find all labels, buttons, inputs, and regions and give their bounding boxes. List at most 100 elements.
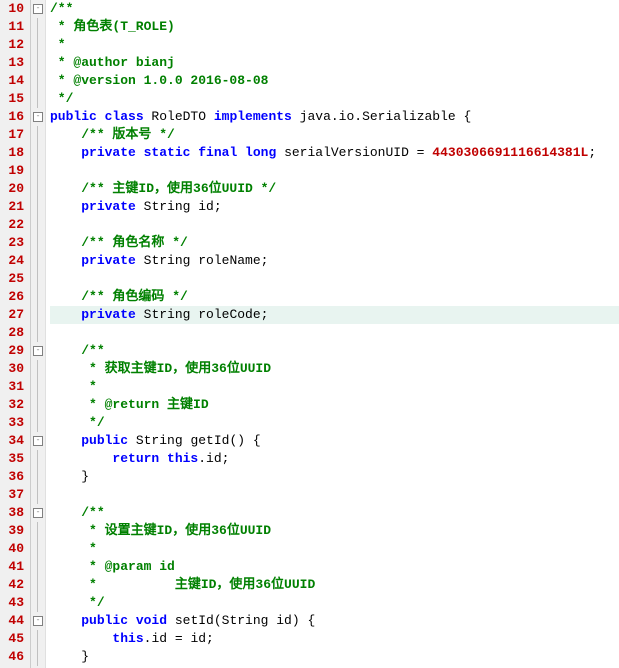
fold-guide [37,414,38,432]
token: 4430306691116614381L [432,145,588,160]
fold-cell[interactable]: - [31,612,45,630]
line-number: 46 [0,648,26,666]
code-line[interactable]: * [50,540,619,558]
code-line[interactable] [50,486,619,504]
fold-cell[interactable]: - [31,0,45,18]
fold-guide [37,630,38,648]
line-number: 14 [0,72,26,90]
fold-cell[interactable]: - [31,108,45,126]
code-line[interactable] [50,324,619,342]
fold-toggle-icon[interactable]: - [33,616,43,626]
code-line[interactable]: * 设置主键ID，使用36位UUID [50,522,619,540]
fold-toggle-icon[interactable]: - [33,112,43,122]
token: /** [81,343,104,358]
token: java.io.Serializable [300,109,464,124]
fold-cell [31,216,45,234]
code-line[interactable]: /** [50,342,619,360]
fold-toggle-icon[interactable]: - [33,346,43,356]
token: } [81,469,89,484]
code-line[interactable]: /** 角色编码 */ [50,288,619,306]
line-number: 18 [0,144,26,162]
code-area[interactable]: /** * 角色表(T_ROLE) * * @author bianj * @v… [46,0,619,668]
token: roleCode; [198,307,268,322]
fold-cell [31,198,45,216]
code-line[interactable]: public void setId(String id) { [50,612,619,630]
code-line[interactable]: return this.id; [50,450,619,468]
code-line[interactable]: /** [50,504,619,522]
fold-cell [31,630,45,648]
fold-gutter[interactable]: - - - - - - [31,0,46,668]
fold-cell [31,324,45,342]
code-line[interactable]: * @version 1.0.0 2016-08-08 [50,72,619,90]
code-line[interactable]: * [50,36,619,54]
code-editor[interactable]: 1011121314151617181920212223242526272829… [0,0,619,668]
code-line[interactable]: * 获取主键ID，使用36位UUID [50,360,619,378]
code-line[interactable]: private String roleName; [50,252,619,270]
fold-cell [31,396,45,414]
code-line[interactable]: * @return 主键ID [50,396,619,414]
code-line[interactable]: */ [50,594,619,612]
fold-guide [37,144,38,162]
fold-toggle-icon[interactable]: - [33,508,43,518]
fold-cell[interactable]: - [31,432,45,450]
token: roleName; [198,253,268,268]
fold-guide [37,180,38,198]
code-line[interactable]: /** 角色名称 */ [50,234,619,252]
code-line[interactable]: * 角色表(T_ROLE) [50,18,619,36]
token: */ [81,415,104,430]
code-line[interactable]: * 主键ID，使用36位UUID [50,576,619,594]
code-line[interactable]: public class RoleDTO implements java.io.… [50,108,619,126]
code-line[interactable]: public String getId() { [50,432,619,450]
fold-cell [31,90,45,108]
code-line[interactable] [50,216,619,234]
fold-guide [37,306,38,324]
token: } [81,649,89,664]
fold-cell [31,576,45,594]
code-line[interactable]: */ [50,90,619,108]
token: this [112,631,143,646]
code-line[interactable]: } [50,648,619,666]
line-number: 25 [0,270,26,288]
code-line[interactable]: */ [50,414,619,432]
code-line[interactable]: /** [50,0,619,18]
fold-cell [31,54,45,72]
fold-toggle-icon[interactable]: - [33,4,43,14]
code-line[interactable]: private String roleCode; [50,306,619,324]
token: /** 版本号 */ [81,127,175,142]
code-line[interactable]: /** 主键ID，使用36位UUID */ [50,180,619,198]
fold-cell [31,450,45,468]
fold-toggle-icon[interactable]: - [33,436,43,446]
line-number: 27 [0,306,26,324]
code-line[interactable] [50,162,619,180]
fold-guide [37,198,38,216]
token: * @author bianj [50,55,175,70]
code-line[interactable]: private String id; [50,198,619,216]
token: serialVersionUID = [284,145,432,160]
line-number: 32 [0,396,26,414]
code-line[interactable]: * @param id [50,558,619,576]
token: private static final long [81,145,284,160]
line-number: 28 [0,324,26,342]
code-line[interactable]: private static final long serialVersionU… [50,144,619,162]
code-line[interactable]: this.id = id; [50,630,619,648]
line-number: 31 [0,378,26,396]
token: */ [81,595,104,610]
fold-cell[interactable]: - [31,342,45,360]
token: public [81,433,136,448]
code-line[interactable]: } [50,468,619,486]
line-number: 13 [0,54,26,72]
token: private [81,253,143,268]
code-line[interactable]: * @author bianj [50,54,619,72]
code-line[interactable]: * [50,378,619,396]
line-number: 11 [0,18,26,36]
token: String [144,307,199,322]
fold-cell [31,18,45,36]
token: public class [50,109,151,124]
line-number-gutter: 1011121314151617181920212223242526272829… [0,0,31,668]
code-line[interactable]: /** 版本号 */ [50,126,619,144]
fold-cell [31,378,45,396]
line-number: 10 [0,0,26,18]
line-number: 26 [0,288,26,306]
fold-cell[interactable]: - [31,504,45,522]
code-line[interactable] [50,270,619,288]
